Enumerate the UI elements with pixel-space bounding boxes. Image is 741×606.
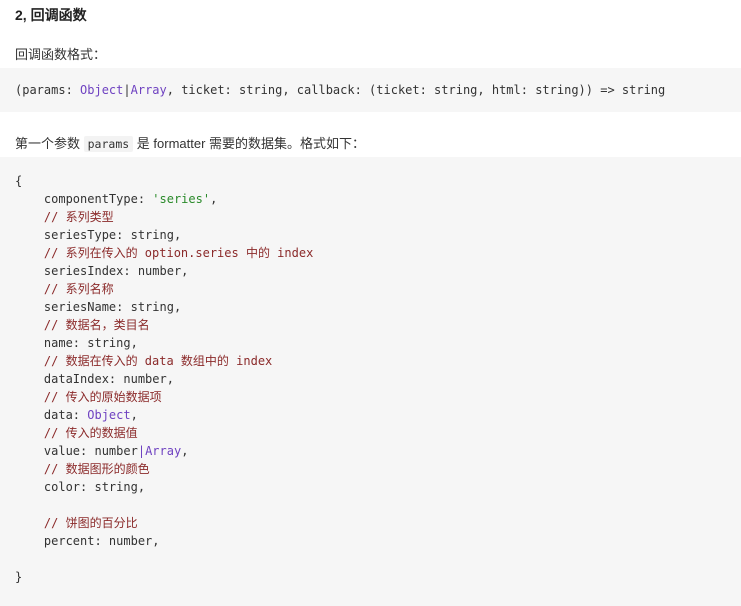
sig-type-array: Array: [130, 83, 167, 97]
code-pipe: |: [137, 444, 146, 458]
code-comment: // 系列名称: [15, 282, 114, 296]
params-desc-after: 是 formatter 需要的数据集。格式如下：: [133, 136, 366, 151]
code-line: seriesType: string,: [15, 228, 182, 242]
code-type-array: Array: [145, 444, 182, 458]
params-desc-before: 第一个参数: [15, 136, 84, 151]
params-description: 第一个参数 params 是 formatter 需要的数据集。格式如下：: [15, 135, 365, 153]
code-token: componentType:: [15, 192, 153, 206]
signature-line: (params: Object|Array, ticket: string, c…: [15, 81, 741, 99]
code-line: name: string,: [15, 336, 138, 350]
sig-pipe: |: [123, 83, 131, 97]
code-comment: // 传入的原始数据项: [15, 390, 162, 404]
code-token: ,: [130, 408, 138, 422]
sig-rest: , ticket: string, callback: (ticket: str…: [166, 83, 666, 97]
code-token: data:: [15, 408, 88, 422]
code-comment: // 系列在传入的 option.series 中的 index: [15, 246, 314, 260]
code-line: seriesName: string,: [15, 300, 182, 314]
code-line: percent: number,: [15, 534, 160, 548]
signature-code-block: (params: Object|Array, ticket: string, c…: [0, 68, 741, 112]
code-line: dataIndex: number,: [15, 372, 174, 386]
code-comment: // 数据在传入的 data 数组中的 index: [15, 354, 273, 368]
code-line: }: [15, 570, 23, 584]
code-line: componentType: 'series',: [15, 190, 741, 208]
code-comment: // 数据图形的颜色: [15, 462, 150, 476]
code-token: ,: [210, 192, 218, 206]
code-line: value: number|Array,: [15, 442, 741, 460]
section-heading: 2, 回调函数: [15, 7, 87, 23]
code-line: seriesIndex: number,: [15, 264, 189, 278]
code-token: ,: [181, 444, 189, 458]
code-line: {: [15, 174, 23, 188]
code-comment: // 传入的数据值: [15, 426, 138, 440]
sig-type-object: Object: [80, 83, 124, 97]
code-comment: // 数据名，类目名: [15, 318, 150, 332]
code-comment: // 饼图的百分比: [15, 516, 138, 530]
code-comment: // 系列类型: [15, 210, 114, 224]
code-line: color: string,: [15, 480, 146, 494]
params-code-block: { componentType: 'series', // 系列类型 serie…: [0, 157, 741, 606]
sig-part: (params:: [15, 83, 81, 97]
code-string: 'series': [152, 192, 211, 206]
code-token: value: number: [15, 444, 138, 458]
callback-format-label: 回调函数格式：: [15, 47, 107, 62]
code-line: data: Object,: [15, 406, 741, 424]
code-type-object: Object: [87, 408, 131, 422]
params-inline-code: params: [83, 136, 134, 152]
